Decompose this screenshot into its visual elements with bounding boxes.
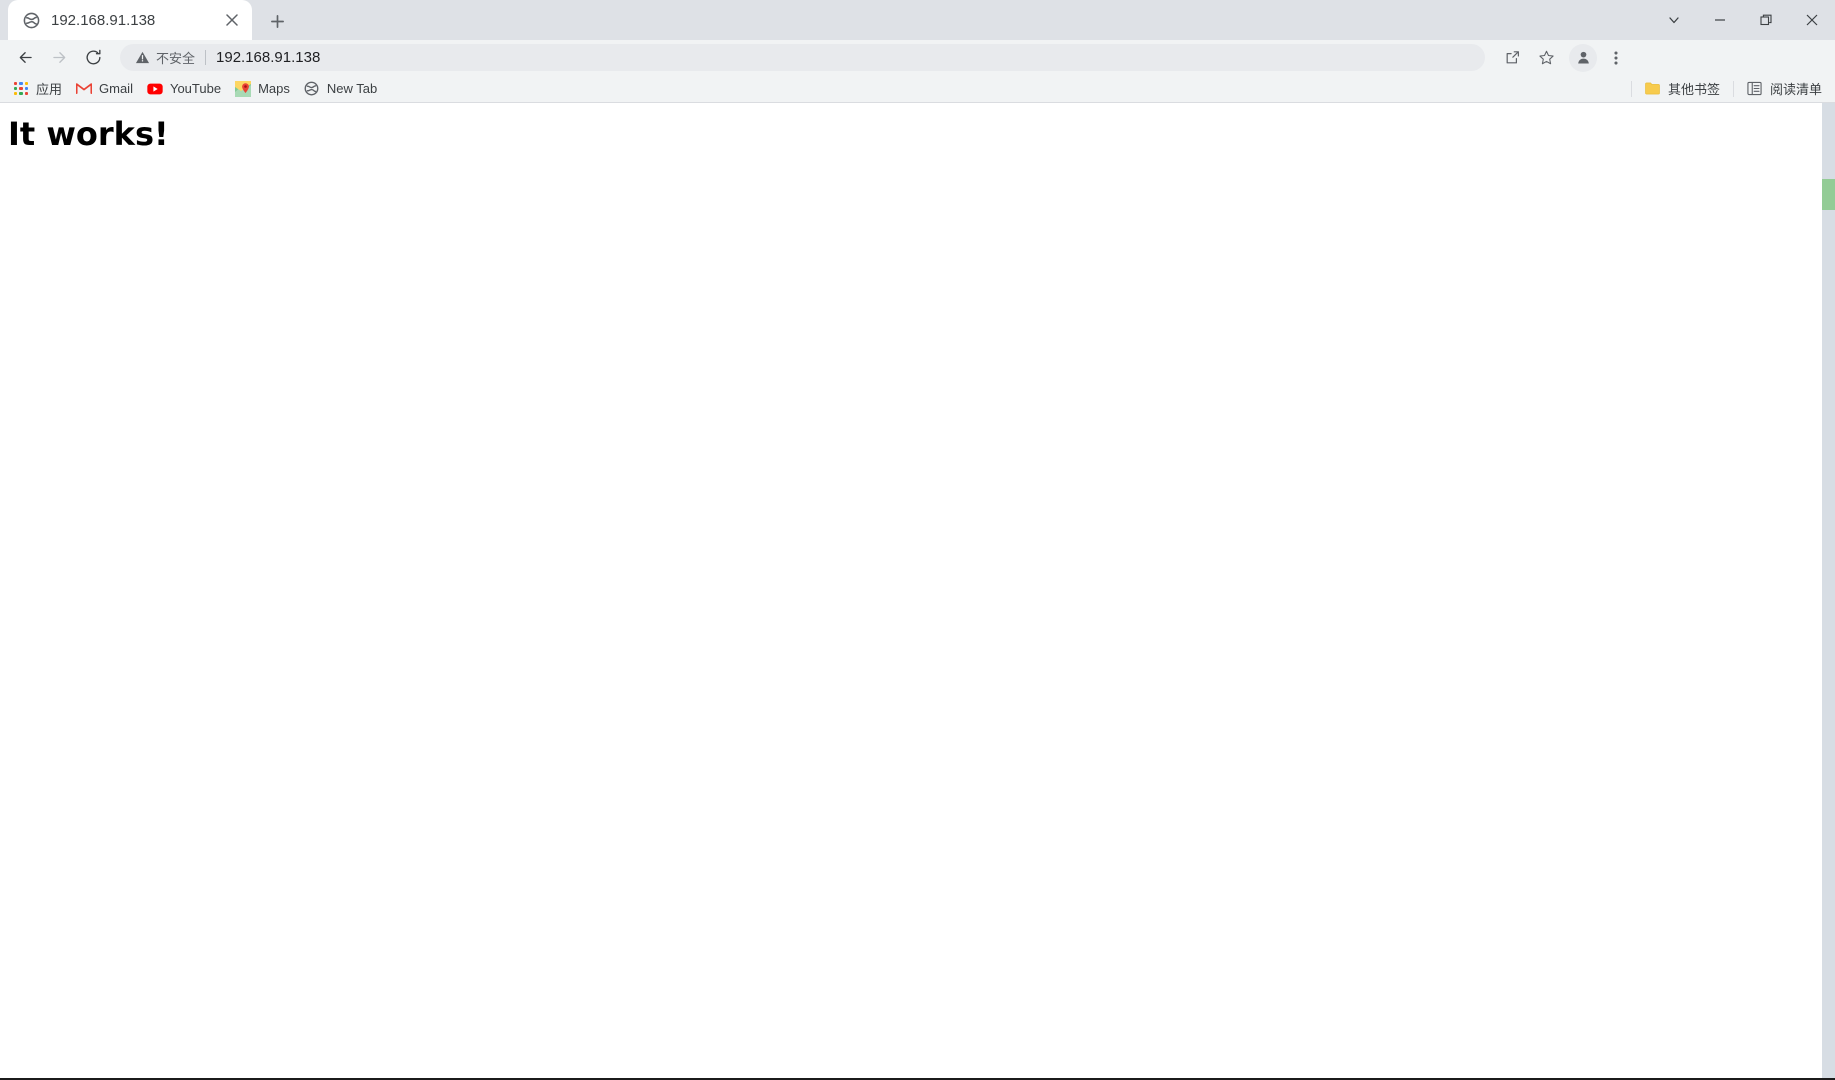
scrollbar-marker (1822, 179, 1835, 210)
web-page: It works! (0, 103, 1822, 1078)
avatar[interactable] (1569, 43, 1597, 72)
vertical-scrollbar[interactable] (1822, 103, 1835, 1078)
reading-list-label: 阅读清单 (1769, 82, 1822, 97)
close-icon[interactable] (222, 10, 242, 30)
omnibox-divider (205, 50, 207, 65)
back-button[interactable] (8, 43, 42, 73)
globe-icon (304, 81, 320, 97)
browser-window: 192.168.91.138 不安全 192.168.91.138 应用 Gma… (0, 0, 1835, 1080)
browser-toolbar: 不安全 192.168.91.138 (0, 40, 1835, 75)
other-bookmarks-button[interactable]: 其他书签 (1638, 77, 1727, 101)
bookmarks-bar: 应用 Gmail YouTube Maps New Tab 其他书签 阅读清单 (0, 75, 1835, 103)
star-icon[interactable] (1531, 43, 1561, 73)
tab-strip: 192.168.91.138 (0, 0, 1835, 40)
globe-icon (22, 11, 40, 29)
browser-tab[interactable]: 192.168.91.138 (8, 0, 252, 40)
warning-triangle-icon (134, 50, 150, 66)
gmail-icon (76, 81, 93, 97)
reload-button[interactable] (76, 43, 110, 73)
youtube-icon (147, 81, 163, 97)
bookmark-label: New Tab (326, 81, 378, 96)
bookmark-gmail[interactable]: Gmail (69, 77, 140, 101)
security-status[interactable]: 不安全 (134, 48, 195, 67)
divider (1630, 80, 1632, 97)
divider (1732, 80, 1734, 97)
share-icon[interactable] (1497, 43, 1527, 73)
tab-title: 192.168.91.138 (51, 11, 156, 29)
bookmark-new-tab[interactable]: New Tab (297, 77, 384, 101)
bookmarks-bar-right: 其他书签 阅读清单 (1625, 77, 1829, 101)
bookmark-apps[interactable]: 应用 (6, 77, 69, 101)
window-controls (1651, 0, 1835, 40)
new-tab-button[interactable] (262, 6, 292, 36)
other-bookmarks-label: 其他书签 (1667, 82, 1720, 97)
bookmark-maps[interactable]: Maps (228, 77, 297, 101)
bookmark-label: 应用 (36, 82, 63, 97)
bookmark-label: Maps (258, 81, 290, 96)
maps-icon (235, 80, 252, 97)
reading-list-icon (1747, 81, 1763, 97)
bookmark-youtube[interactable]: YouTube (140, 77, 228, 101)
forward-button[interactable] (42, 43, 76, 73)
close-icon[interactable] (1789, 0, 1835, 40)
page-title: It works! (8, 115, 169, 153)
minimize-icon[interactable] (1697, 0, 1743, 40)
maximize-icon[interactable] (1743, 0, 1789, 40)
url-text: 192.168.91.138 (216, 49, 321, 66)
bookmark-label: Gmail (99, 81, 133, 96)
toolbar-actions (1493, 43, 1631, 73)
apps-grid-icon (13, 81, 29, 97)
content-area: It works! (0, 103, 1835, 1078)
folder-icon (1645, 81, 1661, 97)
security-label: 不安全 (156, 51, 196, 66)
three-dot-menu-icon[interactable] (1601, 43, 1631, 73)
bookmark-label: YouTube (169, 81, 222, 96)
reading-list-button[interactable]: 阅读清单 (1740, 77, 1829, 101)
tab-search-icon[interactable] (1651, 0, 1697, 40)
address-bar[interactable]: 不安全 192.168.91.138 (120, 44, 1485, 71)
